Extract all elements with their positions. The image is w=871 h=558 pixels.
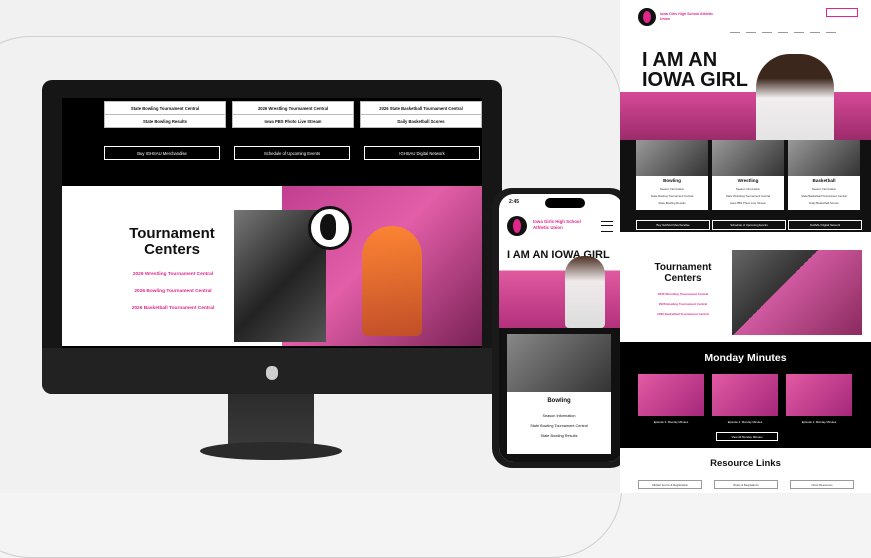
view-all-monday-minutes-button[interactable]: View All Monday Minutes [716,432,778,441]
wrestling-tournament-link[interactable]: 2026 Wrestling Tournament Central [98,272,248,277]
monday-minutes-title: Monday Minutes [704,352,787,364]
basketball-central-button[interactable]: 2026 State Basketball Tournament Central [360,101,482,115]
player-photo [565,256,605,328]
card-heading: Basketball [812,178,836,183]
bowling-results-button[interactable]: State Bowling Results [104,114,226,128]
desktop-monitor: State Bowling Tournament Central 2026 Wr… [42,80,502,394]
card-link[interactable]: Daily Basketball Scores [788,201,860,205]
ighsau-logo[interactable] [507,216,527,236]
basketball-tournament-link[interactable]: 2026 Basketball Tournament Central [638,312,728,316]
pbs-live-stream-button[interactable]: Iowa PBS Photo Live Stream [232,114,354,128]
bowling-central-link[interactable]: State Bowling Tournament Central [507,424,611,428]
status-time: 2:45 [509,199,520,205]
full-page-preview: Iowa Girls High School Athletic Union I … [620,0,871,493]
org-name: Iowa Girls High School Athletic Union [660,12,714,21]
tournament-photo [732,250,862,335]
phone-device: 2:45 Iowa Girls High School Athletic Uni… [492,188,630,468]
basketball-photo [788,140,860,176]
hero-title: I AM AN IOWA GIRL [642,49,748,91]
main-nav[interactable] [730,20,860,33]
card-link[interactable]: Iowa PBS Photo Live Stream [712,201,784,205]
resource-button[interactable]: Clinic Resources [790,480,854,489]
bowling-card: Bowling Season Information State Bowling… [507,334,611,454]
wrestling-central-button[interactable]: 2026 Wrestling Tournament Central [232,101,354,115]
season-info-link[interactable]: Season Information [507,414,611,418]
hamburger-menu-icon[interactable] [601,221,613,232]
video-thumbnail[interactable] [638,374,704,416]
search-box[interactable] [826,8,858,17]
card-link[interactable]: State Wrestling Tournament Central [712,194,784,198]
video-caption: Episode 1: Monday Minutes [801,420,837,424]
upcoming-events-button[interactable]: Schedule of Upcoming Events [234,146,350,160]
basketball-tournament-link[interactable]: 2026 Basketball Tournament Central [98,306,248,311]
bowling-card: Bowling Season Information State Bowling… [636,140,708,210]
video-thumbnail[interactable] [786,374,852,416]
card-link[interactable]: State Bowling Tournament Central [636,194,708,198]
phone-screen: 2:45 Iowa Girls High School Athletic Uni… [499,194,623,462]
upcoming-events-button[interactable]: Schedule of Upcoming Events [712,220,786,230]
bowler-figure [362,226,422,336]
apple-logo-icon [266,366,278,380]
desktop-screen: State Bowling Tournament Central 2026 Wr… [62,98,482,348]
resource-links-title: Resource Links [710,458,781,469]
basketball-scores-button[interactable]: Daily Basketball Scores [360,114,482,128]
ighsau-logo[interactable] [638,8,656,26]
bowling-tournament-link[interactable]: 2026 Bowling Tournament Central [638,302,728,306]
wrestling-tournament-link[interactable]: 2026 Wrestling Tournament Central [638,292,728,296]
state-bowling-central-button[interactable]: State Bowling Tournament Central [104,101,226,115]
card-link[interactable]: Season Information [636,187,708,191]
monitor-foot [200,442,342,460]
hero-banner: I AM AN IOWA GIRL [499,248,623,328]
phone-notch [545,198,585,208]
digital-network-button[interactable]: IGHSAU Digital Network [364,146,480,160]
merchandise-button[interactable]: Buy IGHSAU Merchandise [104,146,220,160]
resource-button[interactable]: Athletic Forms & Registration [638,480,702,489]
bowling-tournament-link[interactable]: 2026 Bowling Tournament Central [98,289,248,294]
ighsau-logo [308,206,352,250]
wrestling-card: Wrestling Season Information State Wrest… [712,140,784,210]
tournament-centers-section: Tournament Centers 2026 Wrestling Tourna… [62,186,482,346]
bowling-results-link[interactable]: State Bowling Results [507,434,611,438]
card-link[interactable]: State Bowling Results [636,201,708,205]
card-heading: Bowling [663,178,681,183]
video-caption: Episode 2: Monday Minutes [727,420,763,424]
video-thumbnail[interactable] [712,374,778,416]
card-link[interactable]: Season Information [712,187,784,191]
card-heading: Bowling [547,398,571,404]
digital-network-button[interactable]: IGHSAU Digital Network [788,220,862,230]
bowling-photo [636,140,708,176]
org-name: Iowa Girls High School Athletic Union [533,219,581,230]
wrestling-photo [712,140,784,176]
resource-button[interactable]: Rules & Regulations [714,480,778,489]
card-link[interactable]: State Basketball Tournament Central [788,194,860,198]
bowling-photo [507,334,611,392]
basketball-card: Basketball Season Information State Bask… [788,140,860,210]
tournament-centers-title: Tournament Centers [129,225,215,258]
card-heading: Wrestling [737,178,759,183]
tournament-centers-title: Tournament Centers [654,262,712,284]
card-link[interactable]: Season Information [788,187,860,191]
video-caption: Episode 3: Monday Minutes [653,420,689,424]
merchandise-button[interactable]: Buy IGHSAU Merchandise [636,220,710,230]
hero-banner: I AM AN IOWA GIRL [620,40,871,164]
